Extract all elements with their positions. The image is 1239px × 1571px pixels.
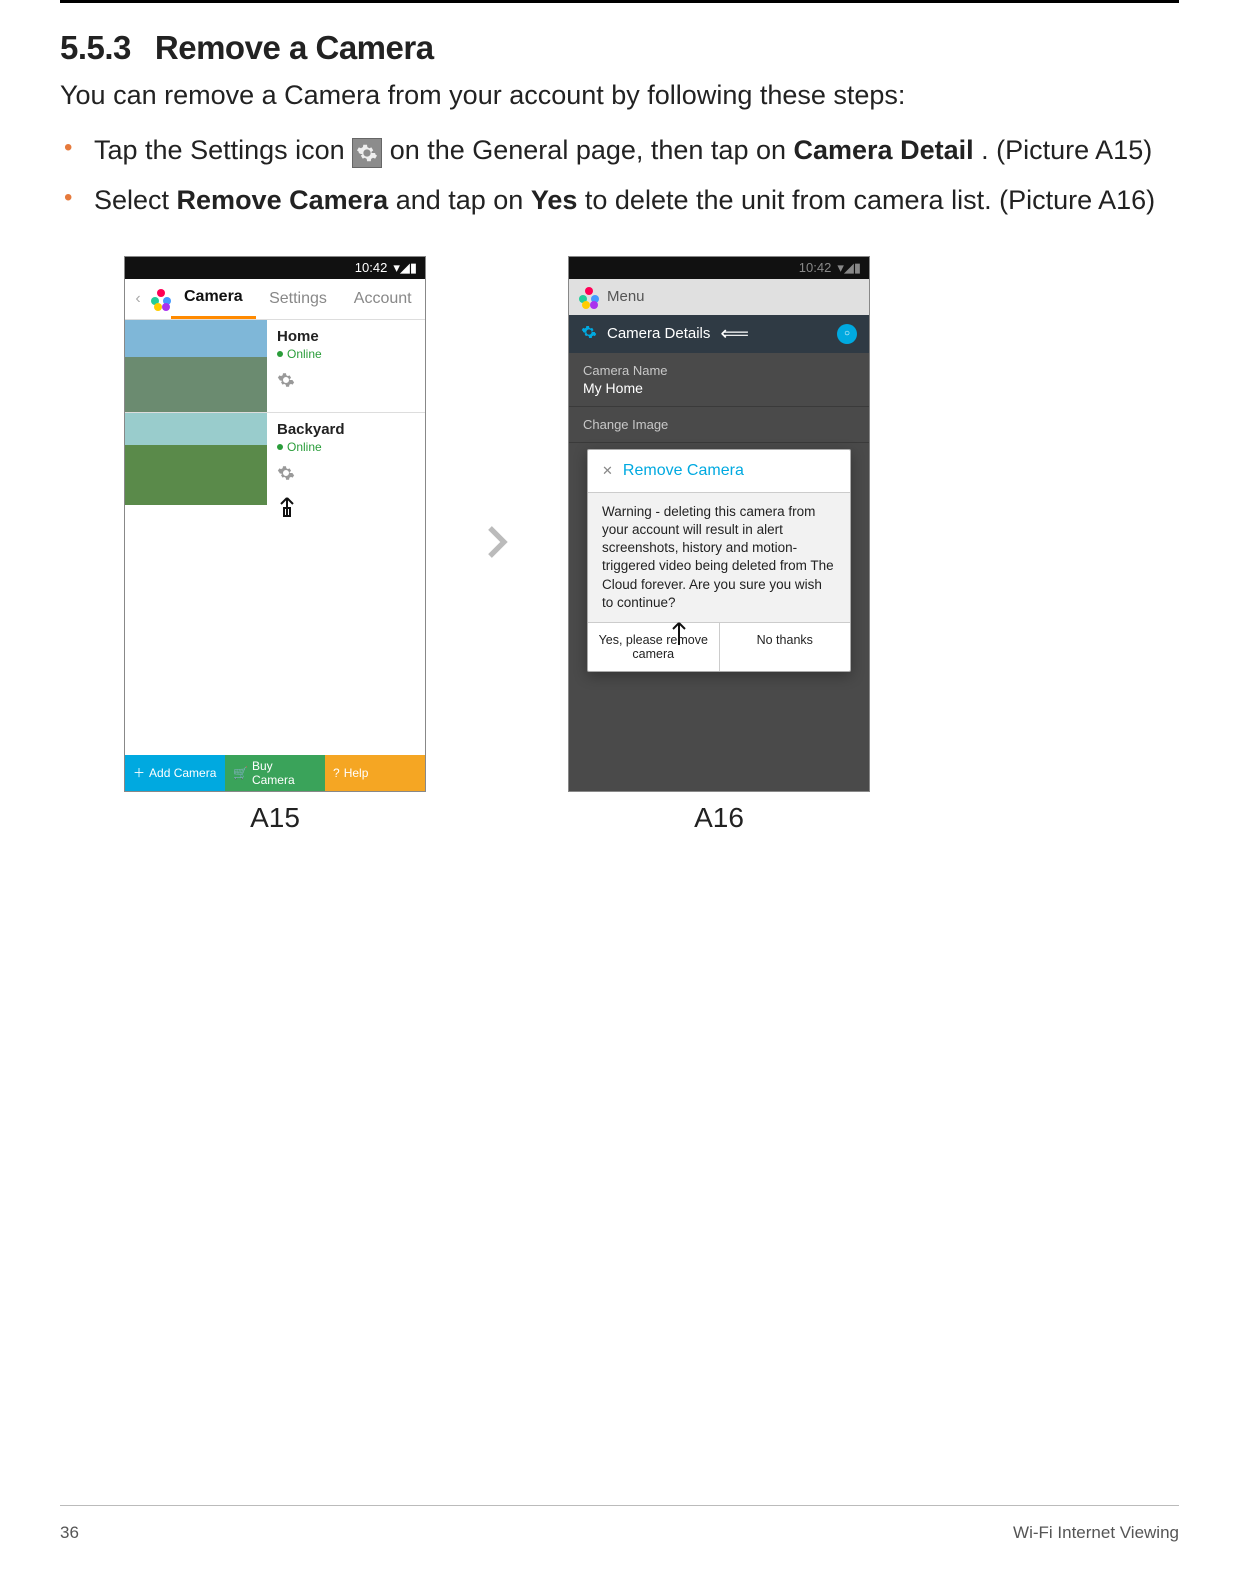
signal-icon: ▾◢▮ xyxy=(393,260,417,276)
camera-details-row[interactable]: Camera Details ⟸ ○ xyxy=(569,315,869,353)
camera-row-home[interactable]: Home Online xyxy=(125,319,425,412)
status-bar: 10:42 ▾◢▮ xyxy=(125,257,425,279)
signal-icon: ▾◢▮ xyxy=(837,260,861,276)
close-icon[interactable]: ✕ xyxy=(602,463,613,479)
arrow-up-icon xyxy=(277,492,345,522)
gear-icon xyxy=(352,138,382,168)
gear-icon xyxy=(581,324,597,344)
step-1: Tap the Settings icon on the General pag… xyxy=(60,131,1179,170)
figure-caption: A15 xyxy=(124,802,426,834)
remove-camera-dialog: ✕ Remove Camera Warning - deleting this … xyxy=(587,449,851,672)
app-logo-icon xyxy=(151,289,171,309)
tab-camera[interactable]: Camera xyxy=(171,278,256,319)
camera-thumbnail xyxy=(125,320,267,412)
dialog-no-button[interactable]: No thanks xyxy=(720,622,851,671)
camera-name: Backyard xyxy=(277,421,345,438)
intro-text: You can remove a Camera from your accoun… xyxy=(60,77,1179,113)
page-footer: 36 Wi-Fi Internet Viewing xyxy=(60,1523,1179,1543)
figure-a15: 10:42 ▾◢▮ ‹ Camera Settings Account Home… xyxy=(124,256,426,834)
app-logo-icon xyxy=(579,287,599,307)
dialog-title: Remove Camera xyxy=(623,462,744,480)
add-camera-button[interactable]: ＋Add Camera xyxy=(125,755,225,791)
tab-settings[interactable]: Settings xyxy=(256,280,341,318)
step-2: Select Remove Camera and tap on Yes to d… xyxy=(60,181,1179,220)
camera-row-backyard[interactable]: Backyard Online xyxy=(125,412,425,530)
info-icon[interactable]: ○ xyxy=(837,324,857,344)
change-image-row[interactable]: Change Image xyxy=(569,406,869,443)
arrow-up-icon xyxy=(669,617,689,652)
help-button[interactable]: ?Help xyxy=(325,755,425,791)
footer-title: Wi-Fi Internet Viewing xyxy=(1013,1523,1179,1543)
menu-bar[interactable]: Menu xyxy=(569,279,869,315)
arrow-left-icon: ⟸ xyxy=(720,321,749,346)
camera-name-section: Camera Name My Home xyxy=(569,353,869,406)
camera-status: Online xyxy=(277,347,322,361)
section-heading: 5.5.3 Remove a Camera xyxy=(60,29,1179,67)
tab-account[interactable]: Account xyxy=(340,280,425,318)
section-number: 5.5.3 xyxy=(60,29,131,67)
back-icon[interactable]: ‹ xyxy=(125,290,151,308)
dialog-yes-button[interactable]: Yes, please remove camera xyxy=(588,622,720,671)
page-number: 36 xyxy=(60,1523,79,1543)
section-title: Remove a Camera xyxy=(155,29,434,67)
status-bar: 10:42 ▾◢▮ xyxy=(569,257,869,279)
gear-icon[interactable] xyxy=(277,371,322,393)
gear-icon[interactable] xyxy=(277,464,345,486)
camera-name: Home xyxy=(277,328,322,345)
buy-camera-button[interactable]: 🛒Buy Camera xyxy=(225,755,325,791)
chevron-right-icon xyxy=(476,521,518,568)
camera-status: Online xyxy=(277,440,345,454)
dialog-body: Warning - deleting this camera from your… xyxy=(588,493,850,622)
figure-a16: 10:42 ▾◢▮ Menu Camera Details ⟸ ○ xyxy=(568,256,870,834)
camera-thumbnail xyxy=(125,413,267,505)
figure-caption: A16 xyxy=(568,802,870,834)
